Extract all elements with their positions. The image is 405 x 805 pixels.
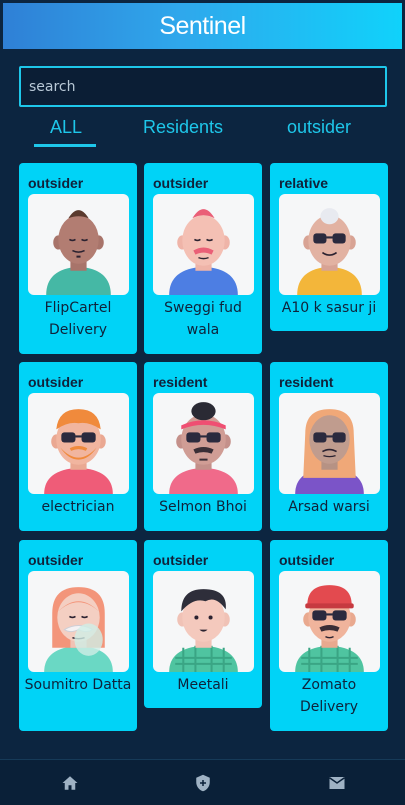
person-card[interactable]: relative A10 k sasur ji	[270, 163, 388, 331]
person-tag: resident	[153, 374, 208, 390]
avatar-dark-hair-man	[153, 571, 254, 672]
person-name: A10 k sasur ji	[281, 300, 377, 316]
person-card[interactable]: outsider Zomato Delivery	[270, 540, 388, 731]
person-name: electrician	[41, 499, 115, 515]
person-tag: outsider	[153, 175, 209, 191]
avatar-cap-man	[279, 571, 380, 672]
person-name: Zomato Delivery	[299, 677, 359, 715]
avatar-long-hair-glasses	[279, 393, 380, 494]
person-card[interactable]: outsider electrician	[19, 362, 137, 531]
person-tag: resident	[279, 374, 334, 390]
avatar-mustache-girl	[28, 571, 129, 672]
person-tag: outsider	[153, 552, 209, 568]
avatar-orange-beard-man	[28, 393, 129, 494]
person-card[interactable]: outsider Meetali	[144, 540, 262, 708]
person-name: Arsad warsi	[288, 499, 370, 515]
bottom-nav	[0, 759, 405, 805]
person-tag: relative	[279, 175, 329, 191]
shield-icon[interactable]	[194, 774, 212, 792]
person-card[interactable]: outsider Soumitro Datta	[19, 540, 137, 731]
person-name: Meetali	[177, 677, 229, 693]
avatar-old-man-glasses	[279, 194, 380, 295]
person-card[interactable]: resident Selmon Bhoi	[144, 362, 262, 531]
people-grid: outsider FlipCartel Delivery outsider Sw…	[0, 0, 405, 760]
person-card[interactable]: outsider Sweggi fud wala	[144, 163, 262, 354]
person-card[interactable]: outsider FlipCartel Delivery	[19, 163, 137, 354]
avatar-mohawk-man	[28, 194, 129, 295]
person-name: Soumitro Datta	[24, 677, 132, 693]
person-tag: outsider	[28, 552, 84, 568]
person-name: Sweggi fud wala	[164, 300, 242, 338]
mail-icon[interactable]	[328, 774, 346, 792]
avatar-pink-hair-man	[153, 194, 254, 295]
person-tag: outsider	[28, 374, 84, 390]
avatar-headband-man	[153, 393, 254, 494]
person-card[interactable]: resident Arsad warsi	[270, 362, 388, 531]
person-name: Selmon Bhoi	[159, 499, 247, 515]
person-name: FlipCartel Delivery	[44, 300, 112, 338]
person-tag: outsider	[279, 552, 335, 568]
home-icon[interactable]	[61, 774, 79, 792]
person-tag: outsider	[28, 175, 84, 191]
